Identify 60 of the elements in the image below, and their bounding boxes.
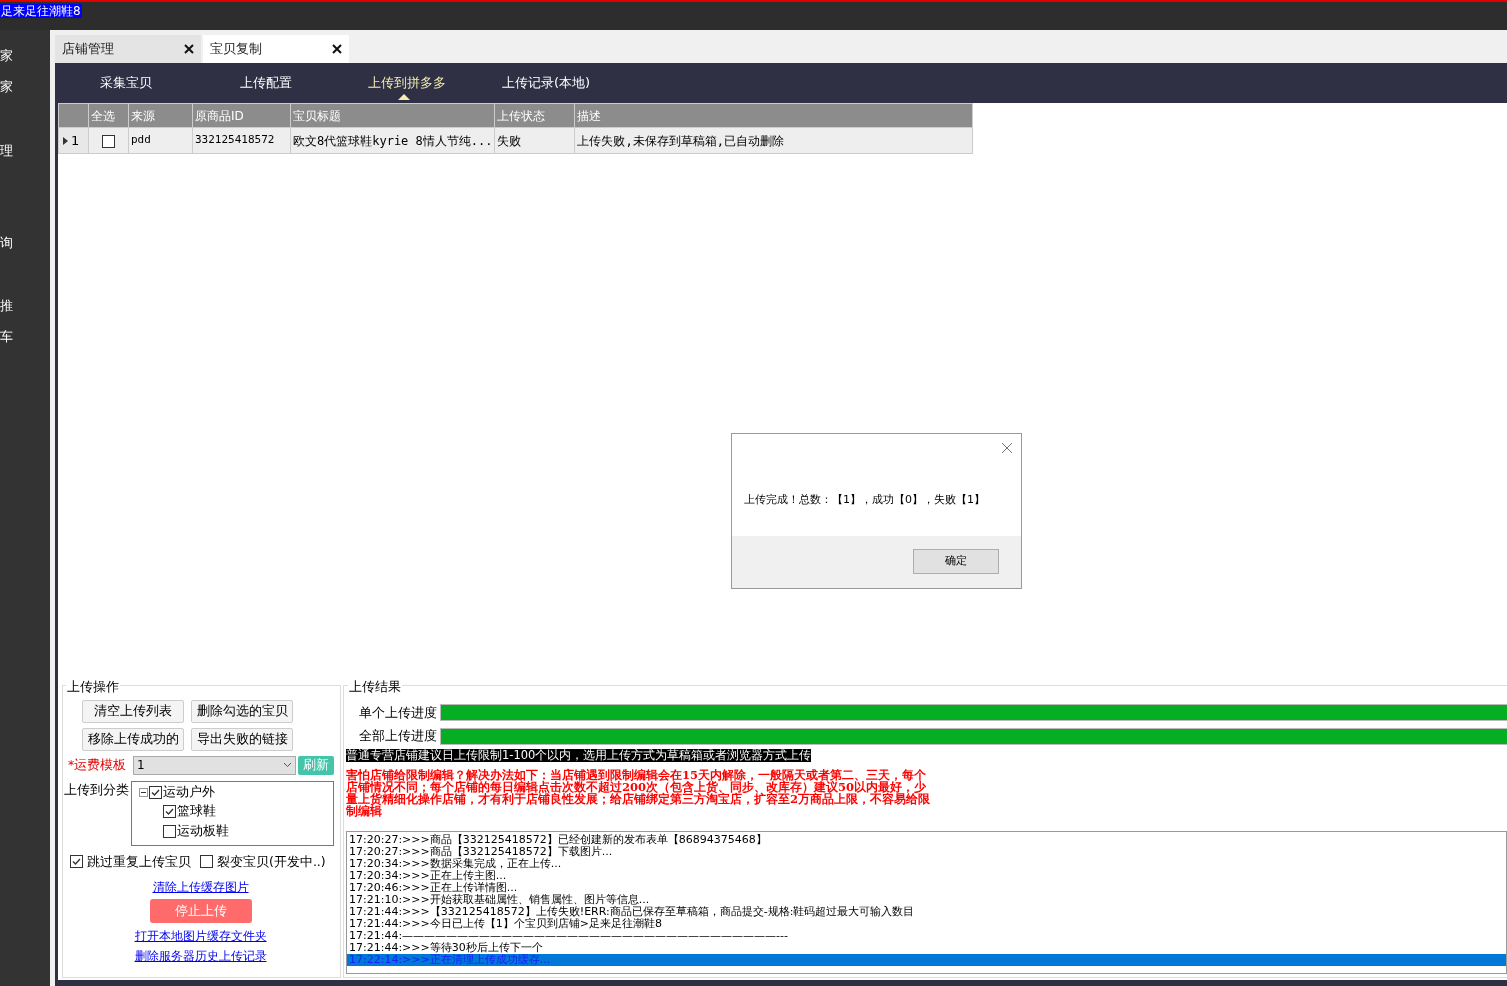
sidebar-item[interactable]: 询: [0, 233, 13, 253]
log-line[interactable]: 17:20:34:>>>数据采集完成，正在上传...: [347, 858, 1506, 870]
button[interactable]: 移除上传成功的: [82, 727, 184, 751]
checkbox[interactable]: [70, 855, 83, 869]
tree-item[interactable]: 运动户外: [163, 782, 215, 802]
tree-item[interactable]: 运动板鞋: [177, 822, 229, 841]
log-line[interactable]: 17:20:46:>>>正在上传详情图...: [347, 882, 1506, 894]
notice-text: 普通专营店铺建议日上传限制1-100个以内，选用上传方式为草稿箱或者浏览器方式上传: [346, 749, 812, 762]
row-number: 1: [71, 132, 80, 148]
checkbox-label[interactable]: 跳过重复上传宝贝: [87, 852, 191, 872]
log-line[interactable]: 17:21:44:>>>等待30秒后上传下一个: [347, 942, 1506, 954]
button[interactable]: 导出失败的链接: [191, 727, 293, 751]
checkbox[interactable]: [163, 805, 176, 818]
checkbox[interactable]: [200, 855, 213, 869]
checkbox[interactable]: [163, 825, 176, 838]
collapse-icon[interactable]: [139, 787, 148, 797]
category-tree[interactable]: 运动户外 篮球鞋 运动板鞋: [131, 780, 334, 846]
checkbox[interactable]: [102, 134, 115, 148]
progress-label: 全部上传进度: [358, 727, 438, 746]
table-cell: 332125418572: [192, 127, 291, 154]
shop-name: 足来足往潮鞋8: [0, 4, 82, 18]
tab[interactable]: 店铺管理: [55, 35, 201, 63]
log-line[interactable]: 17:21:44:>>>今日已上传【1】个宝贝到店铺>足来足往潮鞋8: [347, 918, 1506, 930]
progress-label: 单个上传进度: [358, 703, 438, 722]
table-cell: 欧文8代篮球鞋kyrie 8情人节纯...: [290, 127, 495, 154]
warning-text: 害怕店铺给限制编辑？解决办法如下：当店铺遇到限制编辑会在15天内解除，一般隔天或者第二、三天，每个店铺情况不同；每个店铺的每日编辑点击次数不超过200次（包含上货、同步、改库存）建议50以内最好，少量上货精细化操作店铺，才有利于店铺良性发展；给店铺绑定第三方淘宝店，扩容至2万商品上限，不容易给限制编辑: [346, 769, 931, 817]
log-line[interactable]: 17:20:27:>>>商品【332125418572】下载图片...: [347, 846, 1506, 858]
nav-tab[interactable]: 采集宝贝: [100, 63, 240, 103]
template-dropdown[interactable]: 1: [133, 755, 296, 775]
row-pointer-icon: [63, 136, 68, 145]
sidebar-item[interactable]: 理: [0, 141, 13, 161]
link[interactable]: 打开本地图片缓存文件夹: [134, 927, 267, 946]
chevron-down-icon: [283, 762, 292, 768]
close-icon[interactable]: [332, 44, 342, 54]
tab[interactable]: 宝贝复制: [203, 35, 349, 63]
sidebar-item[interactable]: 家: [0, 77, 13, 97]
tree-item[interactable]: 篮球鞋: [177, 802, 216, 821]
field-label: 上传到分类: [64, 780, 130, 799]
log-line[interactable]: 17:21:44:——————————————————————————————————---: [347, 930, 1506, 942]
sidebar-item[interactable]: 车: [0, 327, 13, 347]
nav-tab[interactable]: 上传记录(本地): [502, 63, 642, 103]
field-label: *运费模板: [68, 755, 128, 774]
link[interactable]: 删除服务器历史上传记录: [134, 947, 267, 966]
log-line[interactable]: 17:21:10:>>>开始获取基础属性、销售属性、图片等信息...: [347, 894, 1506, 906]
ok-button[interactable]: 确定: [913, 549, 999, 574]
table-cell: 上传失败,未保存到草稿箱,已自动删除: [575, 127, 973, 154]
checkbox[interactable]: [149, 785, 162, 799]
log-line[interactable]: 17:21:44:>>>【332125418572】上传失败!ERR:商品已保存至草稿箱，商品提交-规格:鞋码超过最大可输入数目: [347, 906, 1506, 918]
nav-tab[interactable]: 上传配置: [240, 63, 368, 103]
checkbox-label[interactable]: 裂变宝贝(开发中..): [217, 852, 326, 872]
button[interactable]: 删除勾选的宝贝: [191, 699, 293, 723]
close-icon[interactable]: [184, 44, 194, 54]
link[interactable]: 清除上传缓存图片: [152, 878, 249, 897]
sidebar-item[interactable]: 家: [0, 46, 13, 66]
sidebar-item[interactable]: 推: [0, 296, 13, 316]
button[interactable]: 清空上传列表: [82, 699, 184, 723]
table-cell: 失败: [495, 127, 575, 154]
log-line[interactable]: 17:20:34:>>>正在上传主图...: [347, 870, 1506, 882]
dialog-message: 上传完成！总数：【1】，成功【0】，失败【1】: [744, 492, 985, 508]
log-line[interactable]: 17:20:27:>>>商品【332125418572】已经创建新的发布表单【86894375468】: [347, 834, 1506, 846]
